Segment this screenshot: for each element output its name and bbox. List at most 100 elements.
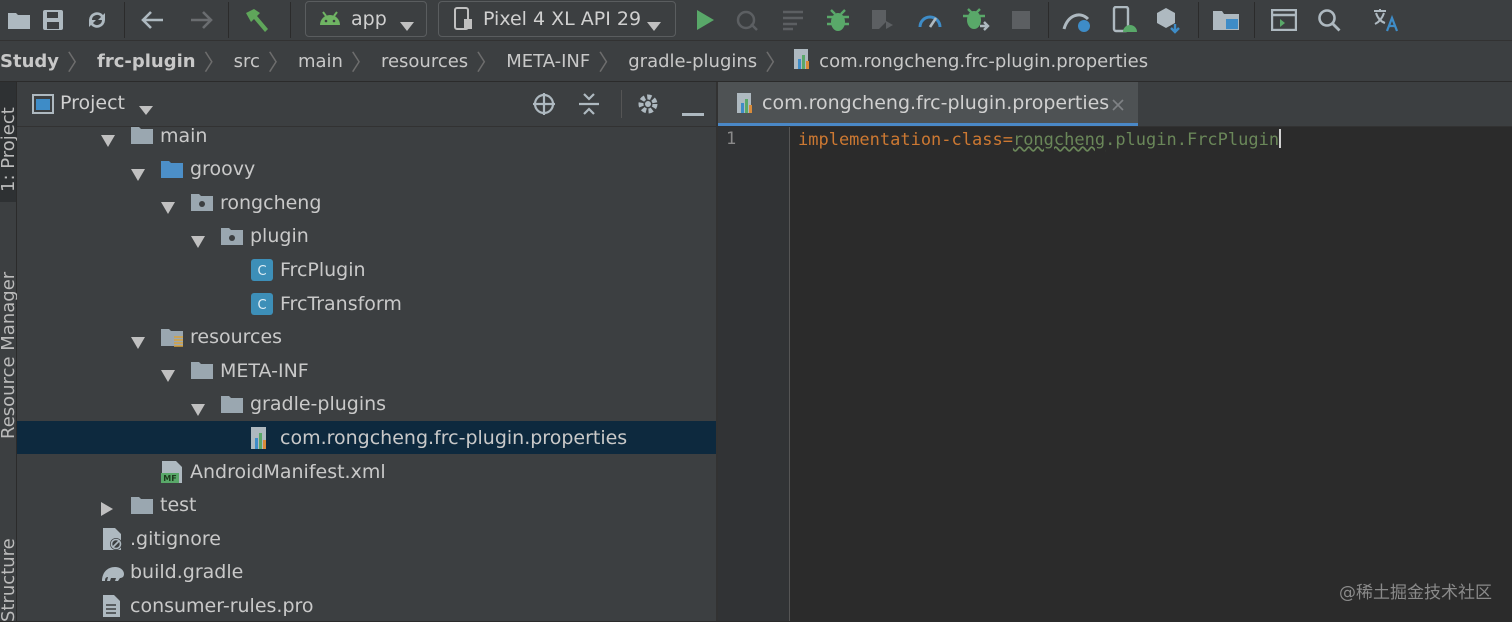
tree-row-label: com.rongcheng.frc-plugin.properties [280,426,628,449]
tree-row[interactable]: plugin [17,220,716,253]
project-structure-icon[interactable] [1210,5,1242,35]
tree-row[interactable]: build.gradle [17,556,716,589]
main-toolbar: app Pixel 4 XL API 29 [0,0,1512,41]
folder-icon [130,127,154,148]
properties-file-icon [793,48,813,75]
debug-icon[interactable] [822,5,854,35]
sdk-manager-icon[interactable] [1152,5,1184,35]
line-number-gutter: 1 [718,127,790,621]
project-view-icon [32,94,54,118]
breadcrumb-item[interactable]: com.rongcheng.frc-plugin.properties [817,51,1156,72]
breadcrumb-item[interactable]: main [290,51,351,72]
tree-row[interactable]: resources [17,321,716,354]
editor-tab[interactable]: com.rongcheng.frc-plugin.properties [718,82,1138,126]
expand-right-icon[interactable] [101,499,115,516]
expand-down-icon[interactable] [161,365,175,383]
expand-down-icon[interactable] [131,332,145,349]
svg-text:MF: MF [163,474,176,483]
profile-icon[interactable] [866,5,898,35]
editor-tab-bar: com.rongcheng.frc-plugin.properties [718,82,1512,127]
tree-row[interactable]: rongcheng [17,186,716,219]
class-icon: C [250,258,274,282]
run-icon[interactable] [690,5,720,35]
minimize-icon[interactable] [682,102,704,121]
tree-row[interactable]: C FrcPlugin [17,253,716,286]
folder-icon [220,393,244,417]
expand-down-icon[interactable] [191,399,205,416]
structure-tab[interactable]: Structure [0,532,19,622]
tree-row-label: resources [190,326,283,349]
build-hammer-icon[interactable] [240,5,272,35]
package-icon [220,225,244,249]
expand-down-icon[interactable] [101,130,115,147]
tree-row[interactable]: gradle-plugins [17,388,716,421]
stop-icon[interactable] [1006,5,1036,35]
device-icon [453,7,473,36]
breadcrumb-item[interactable]: src [226,51,268,72]
resource-manager-tab[interactable]: Resource Manager [0,244,19,444]
run-config-select[interactable]: app [305,1,427,37]
file-icon [100,594,124,618]
coverage-icon[interactable] [778,5,808,35]
collapse-all-icon[interactable] [578,92,600,120]
line-number: 1 [726,129,737,149]
search-icon[interactable] [1314,5,1344,35]
profiler-icon[interactable] [914,5,946,35]
locate-icon[interactable] [532,92,556,120]
folder-icon [190,359,214,383]
breadcrumb-item[interactable]: resources [373,51,476,72]
tree-row-label: build.gradle [130,561,244,584]
expand-down-icon[interactable] [191,231,205,248]
apply-changes-icon[interactable] [732,5,762,35]
tree-row[interactable]: consumer-rules.pro [17,589,716,621]
tree-row-label: groovy [190,158,256,181]
close-icon[interactable] [1112,96,1124,115]
tree-row-label: META-INF [220,359,309,382]
breadcrumb-item[interactable]: META-INF [498,51,598,72]
property-equals: = [1002,130,1013,150]
chevron-down-icon[interactable] [139,100,153,119]
folder-icon [130,494,154,518]
device-select[interactable]: Pixel 4 XL API 29 [438,1,676,37]
gear-icon[interactable] [636,92,660,120]
open-folder-icon[interactable] [2,5,36,35]
tree-row[interactable]: main [17,127,716,152]
code-line[interactable]: implementation-class=rongcheng.plugin.Fr… [798,129,1282,150]
property-key: implementation-class [798,130,1003,150]
expand-down-icon[interactable] [161,197,175,215]
tree-row[interactable]: MF AndroidManifest.xml [17,455,716,488]
android-icon [318,9,342,32]
svg-text:C: C [257,298,266,313]
translate-icon[interactable] [1370,5,1402,35]
sync-icon[interactable] [82,5,112,35]
tree-row[interactable]: C FrcTransform [17,287,716,320]
tree-row-label: rongcheng [220,191,322,214]
source-folder-icon [160,158,184,182]
avd-manager-icon[interactable] [1108,5,1140,35]
terminal-icon[interactable] [1268,5,1300,35]
code-editor[interactable]: implementation-class=rongcheng.plugin.Fr… [790,127,1512,621]
project-tree: main groovy rongcheng plugin C FrcPlugin C FrcT… [17,127,716,621]
save-icon[interactable] [38,5,68,35]
tree-row[interactable]: groovy [17,153,716,186]
device-label: Pixel 4 XL API 29 [483,8,642,30]
property-value-package: rongcheng [1012,130,1106,150]
tree-row[interactable]: META-INF [17,354,716,387]
gradle-sync-icon[interactable] [1060,5,1094,35]
project-tool-tab[interactable]: 1: Project [0,82,19,202]
forward-icon[interactable] [186,5,216,35]
expand-down-icon[interactable] [131,164,145,181]
tree-row[interactable]: .gitignore [17,522,716,555]
text-cursor [1279,129,1282,148]
breadcrumb-item[interactable]: gradle-plugins [620,51,765,72]
project-view-label[interactable]: Project [60,92,125,114]
tree-row[interactable]: com.rongcheng.frc-plugin.properties [17,421,716,455]
properties-file-icon [736,92,756,118]
tree-row-label: AndroidManifest.xml [190,460,386,483]
attach-debugger-icon[interactable] [960,5,992,35]
gradle-icon [100,561,124,585]
breadcrumb-item[interactable]: Study [0,51,67,72]
breadcrumb-item[interactable]: frc-plugin [89,51,204,72]
tree-row[interactable]: test [17,489,716,522]
back-icon[interactable] [138,5,168,35]
